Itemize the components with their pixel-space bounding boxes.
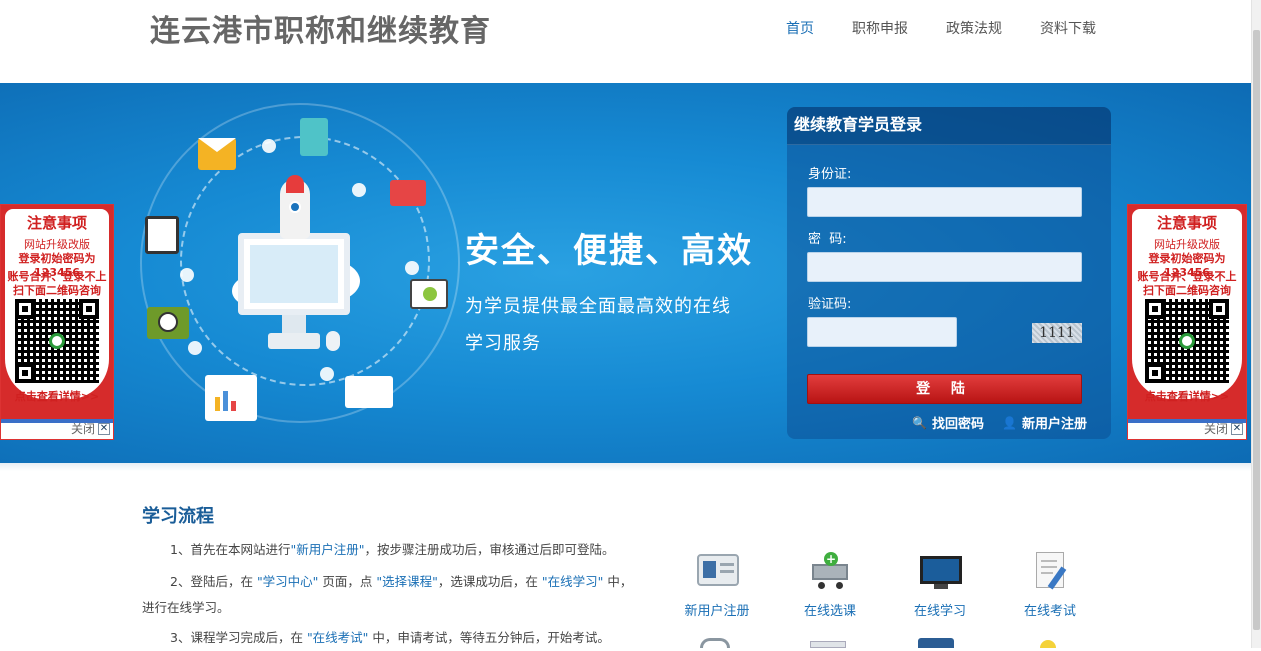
banner-subtitle-line: 学习服务 [465, 333, 541, 354]
step-text: 中，申请考试，等待五分钟后，开始考试。 [368, 630, 610, 645]
notice-card: 注意事项 网站升级改版 登录初始密码为123456 账号合并、登录不上 扫下面二… [1128, 205, 1246, 423]
register-link[interactable]: 👤 新用户注册 [1002, 413, 1087, 433]
orbit-dot [352, 183, 366, 197]
tool-label: 在线学习 [913, 604, 966, 619]
presentation-board-icon [410, 279, 448, 309]
register-label: 新用户注册 [1021, 417, 1087, 432]
tool-label: 新用户注册 [684, 604, 750, 619]
tool-label: 在线考试 [1023, 604, 1076, 619]
process-step-3: 3、课程学习完成后，在 "在线考试" 中，申请考试，等待五分钟后，开始考试。 [142, 625, 642, 651]
notice-popup-left[interactable]: 注意事项 网站升级改版 登录初始密码为123456 账号合并、登录不上 扫下面二… [0, 204, 114, 440]
step-text: ，选课成功后，在 [437, 574, 542, 589]
notice-title: 注意事项 [1156, 214, 1217, 232]
magnifier-icon: 🔍 [912, 415, 928, 430]
notice-details-link[interactable]: 点击查看详情>> [1, 388, 113, 404]
notice-close-button[interactable]: 关闭 ✕ [1204, 420, 1243, 437]
keyboard-illustration [268, 333, 320, 349]
step-text: ，按步骤注册成功后，审核通过后即可登陆。 [364, 542, 615, 557]
site-header: 连云港市职称和继续教育 首页 职称申报 政策法规 资料下载 [0, 0, 1251, 83]
clock-icon [147, 307, 189, 339]
main-nav: 首页 职称申报 政策法规 资料下载 [786, 18, 1134, 38]
nav-policies[interactable]: 政策法规 [946, 18, 1002, 38]
notice-popup-right[interactable]: 注意事项 网站升级改版 登录初始密码为123456 账号合并、登录不上 扫下面二… [1127, 204, 1247, 440]
computer-monitor-illustration [238, 233, 350, 315]
find-password-link[interactable]: 🔍 找回密码 [912, 413, 985, 433]
chat-bubbles-icon [345, 376, 393, 408]
id-card-icon [697, 552, 739, 590]
step-text: 3、课程学习完成后，在 [170, 630, 307, 645]
banner-subtitle: 为学员提供最全面最高效的在线 学习服务 [465, 288, 775, 362]
lightbulb-tool-icon [1040, 640, 1056, 648]
hero-banner: 安全、便捷、高效 为学员提供最全面最高效的在线 学习服务 继续教育学员登录 身份… [0, 83, 1251, 463]
notice-line: 扫下面二维码咨询 [13, 284, 101, 297]
notice-close-label: 关闭 [1203, 422, 1228, 436]
orbit-dot [320, 367, 334, 381]
notepad-pen-icon [1030, 552, 1072, 590]
process-step-2: 2、登陆后，在 "学习中心" 页面，点 "选择课程"，选课成功后，在 "在线学习… [142, 569, 642, 621]
login-panel: 继续教育学员登录 身份证: 密 码: 验证码: 1111 登 陆 🔍 找回密码 … [787, 107, 1111, 439]
scrollbar-thumb[interactable] [1253, 30, 1260, 630]
clock-tag-icon [390, 180, 426, 206]
step-text: 页面，点 [318, 574, 377, 589]
envelope-icon [198, 138, 236, 170]
id-number-input[interactable] [807, 187, 1082, 217]
orbit-dot [188, 341, 202, 355]
login-button[interactable]: 登 陆 [807, 374, 1082, 404]
nav-home[interactable]: 首页 [786, 18, 814, 38]
briefcase-tool-icon [918, 638, 954, 648]
search-tool-icon [700, 638, 730, 648]
rocket-tip [286, 175, 304, 193]
login-title: 继续教育学员登录 [787, 107, 1111, 145]
step-highlight: "在线学习" [541, 574, 604, 589]
user-icon: 👤 [1002, 415, 1017, 430]
report-chart-icon [205, 375, 257, 421]
close-icon: ✕ [1231, 422, 1243, 435]
process-step-1: 1、首先在本网站进行"新用户注册"，按步骤注册成功后，审核通过后即可登陆。 [142, 537, 642, 563]
id-label: 身份证: [808, 167, 852, 182]
document-tool-icon [810, 641, 846, 648]
book-icon [300, 118, 328, 156]
process-title: 学习流程 [142, 506, 214, 527]
monitor-icon [920, 552, 962, 590]
notice-title: 注意事项 [26, 214, 87, 232]
banner-subtitle-line: 为学员提供最全面最高效的在线 [465, 296, 731, 317]
step-text: 2、登陆后，在 [170, 574, 257, 589]
notice-card: 注意事项 网站升级改版 登录初始密码为123456 账号合并、登录不上 扫下面二… [1, 205, 113, 423]
step-highlight: "选择课程" [376, 574, 438, 589]
notice-close-button[interactable]: 关闭 ✕ [71, 420, 110, 437]
qr-code-image [15, 299, 99, 383]
step-highlight: "在线考试" [306, 630, 369, 645]
rocket-window [289, 201, 301, 213]
step-text: 1、首先在本网站进行 [170, 542, 291, 557]
nav-downloads[interactable]: 资料下载 [1040, 18, 1096, 38]
site-title: 连云港市职称和继续教育 [150, 14, 491, 49]
tool-label: 在线选课 [803, 604, 856, 619]
notice-line: 扫下面二维码咨询 [1143, 284, 1231, 297]
captcha-image[interactable]: 1111 [1032, 323, 1082, 343]
captcha-label: 验证码: [808, 297, 852, 312]
banner-shadow [0, 463, 1251, 471]
shopping-cart-icon: + [810, 552, 852, 590]
captcha-input[interactable] [807, 317, 957, 347]
notice-details-link[interactable]: 点击查看详情>> [1128, 388, 1246, 404]
mouse-illustration [326, 331, 340, 351]
find-password-label: 找回密码 [932, 417, 985, 432]
close-icon: ✕ [98, 422, 110, 435]
qr-code-image [1145, 299, 1229, 383]
banner-slogan: 安全、便捷、高效 [465, 231, 753, 271]
clipboard-icon [145, 216, 179, 254]
orbit-dot [405, 261, 419, 275]
step-highlight: "新用户注册" [290, 542, 365, 557]
orbit-dot [180, 268, 194, 282]
step-highlight: "学习中心" [256, 574, 319, 589]
orbit-dot [262, 139, 276, 153]
page-scrollbar[interactable] [1251, 0, 1261, 648]
login-links: 🔍 找回密码 👤 新用户注册 [894, 413, 1087, 433]
password-label: 密 码: [808, 232, 847, 247]
password-input[interactable] [807, 252, 1082, 282]
nav-title-application[interactable]: 职称申报 [852, 18, 908, 38]
notice-close-label: 关闭 [70, 422, 95, 436]
